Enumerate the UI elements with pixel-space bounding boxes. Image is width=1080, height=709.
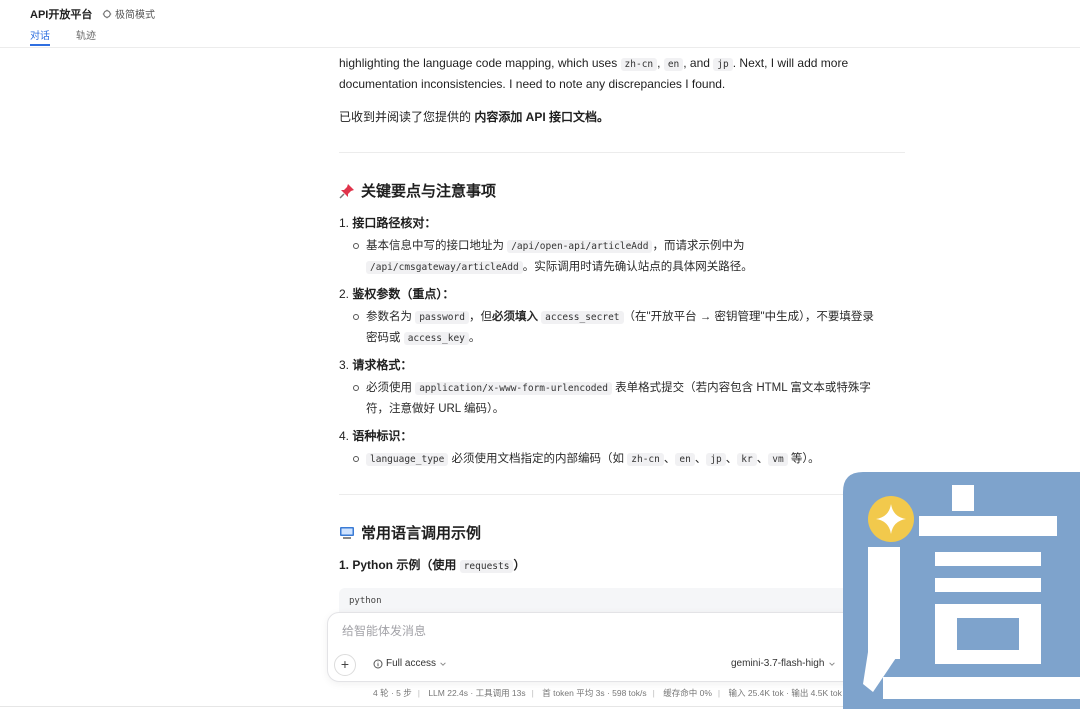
message-composer: + Full access gemini-3.7-flash-high [327,612,916,682]
mode-label: 极简模式 [115,10,155,21]
list-sub-item: 必须使用 application/x-www-form-urlencoded 表… [353,378,905,420]
app-logo-overlay [843,472,1080,709]
tab-trace[interactable]: 轨迹 [76,27,96,42]
tab-chat[interactable]: 对话 [30,27,50,42]
list-sub-item: 参数名为 password ，但必须填入 access_secret （在"开放平台… [353,307,905,349]
inline-code: vm [768,453,788,466]
message-input[interactable] [340,623,864,639]
access-level-dropdown[interactable]: Full access [373,658,447,669]
list-sub-item: language_type 必须使用文档指定的内部编码（如 zh-cn、 en、 j… [353,449,905,470]
simple-mode-toggle[interactable]: 极简模式 [102,6,155,21]
active-tab-indicator [30,44,50,46]
inline-code: /api/cmsgateway/articleAdd [366,261,523,274]
inline-code: access_secret [541,311,624,324]
divider [339,494,905,495]
inline-code: zh-cn [627,453,664,466]
pushpin-icon [339,183,354,199]
chevron-down-icon [829,661,836,666]
intro-line-1: highlighting the language code mapping, … [339,56,849,71]
inline-code: en [663,58,684,71]
inline-code: application/x-www-form-urlencoded [415,382,612,395]
model-label: gemini-3.7-flash-high [731,658,825,669]
list-sub-item: 基本信息中写的接口地址为 /api/open-api/articleAdd ，而请… [353,236,905,278]
inline-code: kr [737,453,757,466]
list-item-title: 1. 接口路径核对： [339,216,437,230]
stat-llm: LLM 22.4s · 工具调用 13s [428,688,526,698]
info-circle-icon [373,659,383,668]
stat-rounds: 4 轮 · 5 步 [373,688,412,698]
stat-token: 首 token 平均 3s · 598 tok/s [542,688,647,698]
stat-cache: 缓存命中 0% [663,688,712,698]
inline-code: password [415,311,469,324]
chat-content: highlighting the language code mapping, … [339,29,905,599]
add-attachment-button[interactable]: + [334,654,356,676]
section-heading-examples: 常用语言调用示例 [339,522,481,543]
inline-code: /api/open-api/articleAdd [507,240,653,253]
app-header: API开放平台 极简模式 对话 轨迹 [0,0,1080,48]
bullet-icon [353,314,359,320]
divider [339,152,905,153]
chevron-down-icon [440,661,446,666]
code-language-label: python [349,596,382,606]
sparkle-icon [102,9,112,18]
intro-line-2: documentation inconsistencies. I need to… [339,77,726,91]
inline-code: zh-cn [620,58,658,71]
section-heading-key-points: 关键要点与注意事项 [339,180,496,201]
inline-code: requests [459,560,514,573]
bullet-icon [353,385,359,391]
inline-code: language_type [366,453,449,466]
inline-code: en [675,453,695,466]
example-title: 1. Python 示例（使用 requests） [339,558,526,573]
received-line: 已收到并阅读了您提供的 内容添加 API 接口文档。 [339,110,610,124]
list-item-title: 2. 鉴权参数（重点）： [339,287,455,301]
access-level-label: Full access [386,658,437,669]
run-stats: 4 轮 · 5 步 | LLM 22.4s · 工具调用 13s | 首 token… [373,688,842,698]
list-item-title: 4. 语种标识： [339,429,413,443]
bullet-icon [353,243,359,249]
inline-code: jp [706,453,726,466]
stat-io: 输入 25.4K tok · 输出 4.5K tok [728,688,842,698]
model-selector[interactable]: gemini-3.7-flash-high [731,658,836,669]
list-item-title: 3. 请求格式： [339,358,413,372]
inline-code: jp [713,58,733,71]
bullet-icon [353,456,359,462]
computer-icon [340,526,354,539]
inline-code: access_key [403,332,469,345]
app-title: API开放平台 [30,9,93,21]
